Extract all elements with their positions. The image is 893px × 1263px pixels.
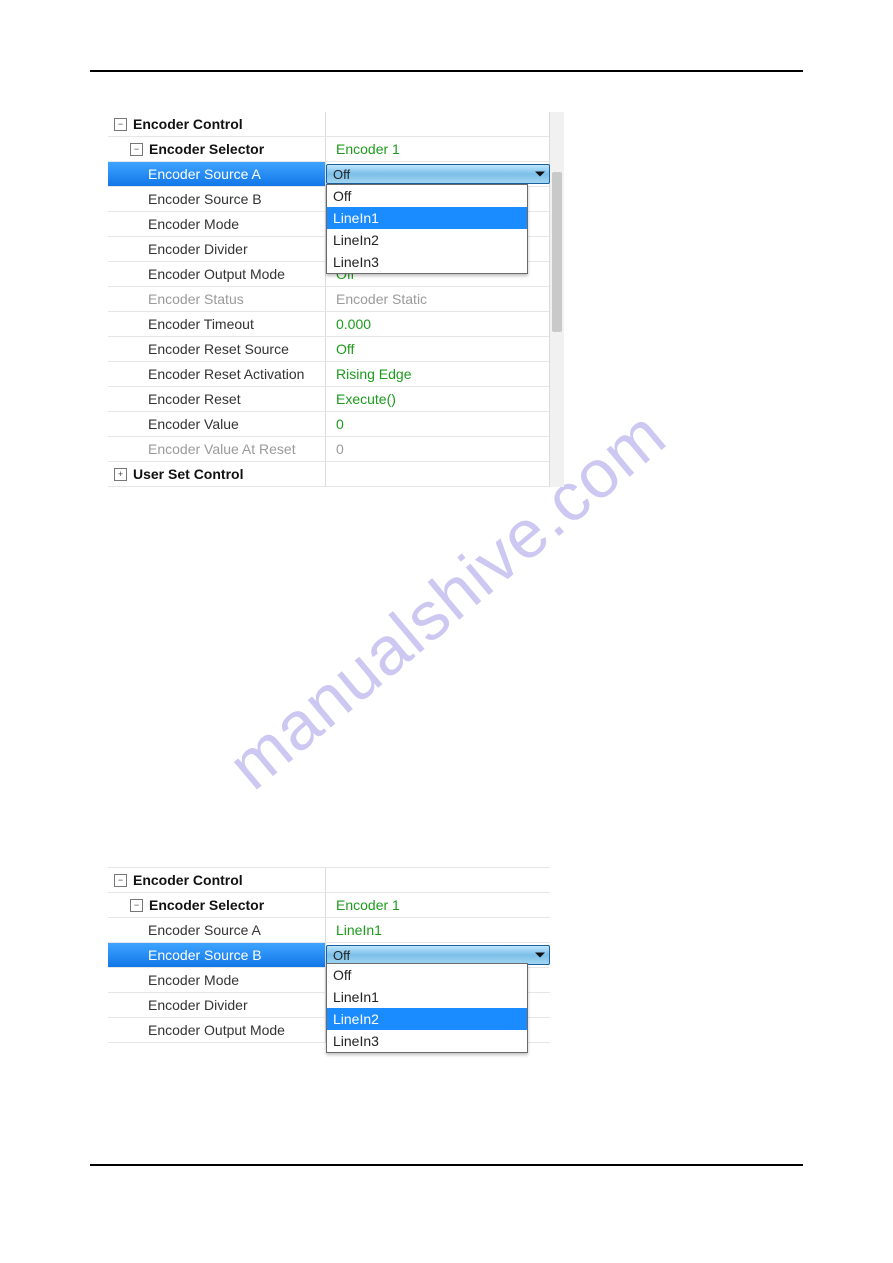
collapse-icon[interactable]: − xyxy=(130,899,143,912)
encoder-source-b-label: Encoder Source B xyxy=(148,947,262,963)
dropdown-item-off[interactable]: Off xyxy=(327,964,527,986)
bottom-rule xyxy=(90,1164,803,1166)
tree-node-encoder-selector[interactable]: − Encoder Selector xyxy=(108,893,326,917)
encoder-output-mode-label: Encoder Output Mode xyxy=(148,1022,285,1038)
encoder-reset-source-value[interactable]: Off xyxy=(326,337,550,361)
encoder-source-b-combo-value: Off xyxy=(333,948,350,963)
encoder-reset-value[interactable]: Execute() xyxy=(326,387,550,411)
scrollbar[interactable] xyxy=(549,112,564,487)
collapse-icon[interactable]: − xyxy=(114,874,127,887)
encoder-timeout-value[interactable]: 0.000 xyxy=(326,312,550,336)
encoder-reset-label: Encoder Reset xyxy=(148,391,241,407)
tree-node-encoder-selector[interactable]: − Encoder Selector xyxy=(108,137,326,161)
encoder-source-a-label: Encoder Source A xyxy=(148,166,261,182)
encoder-reset-activation-value[interactable]: Rising Edge xyxy=(326,362,550,386)
tree-node-user-set-control[interactable]: + User Set Control xyxy=(108,462,326,486)
empty-value xyxy=(326,868,550,892)
encoder-value-value[interactable]: 0 xyxy=(326,412,550,436)
encoder-control-label: Encoder Control xyxy=(133,872,243,888)
dropdown-item-linein2[interactable]: LineIn2 xyxy=(327,229,527,251)
dropdown-item-off[interactable]: Off xyxy=(327,185,527,207)
encoder-source-b-combo[interactable]: Off xyxy=(326,945,550,965)
encoder-source-b-label: Encoder Source B xyxy=(148,191,262,207)
chevron-down-icon[interactable] xyxy=(535,172,545,177)
encoder-selector-label: Encoder Selector xyxy=(149,897,264,913)
dropdown-item-linein1[interactable]: LineIn1 xyxy=(327,986,527,1008)
tree-node-encoder-control[interactable]: − Encoder Control xyxy=(108,112,326,136)
tree-node-encoder-control[interactable]: − Encoder Control xyxy=(108,868,326,892)
encoder-selector-value[interactable]: Encoder 1 xyxy=(326,893,550,917)
dropdown-item-linein2[interactable]: LineIn2 xyxy=(327,1008,527,1030)
collapse-icon[interactable]: − xyxy=(130,143,143,156)
user-set-control-label: User Set Control xyxy=(133,466,243,482)
encoder-divider-label: Encoder Divider xyxy=(148,997,248,1013)
encoder-value-at-reset-value: 0 xyxy=(326,437,550,461)
dropdown-item-linein3[interactable]: LineIn3 xyxy=(327,251,527,273)
encoder-source-a-value[interactable]: LineIn1 xyxy=(326,918,550,942)
top-rule xyxy=(90,70,803,72)
empty-value xyxy=(326,112,550,136)
encoder-mode-label: Encoder Mode xyxy=(148,216,239,232)
property-grid-2: − Encoder Control − Encoder Selector Enc… xyxy=(108,867,550,1043)
collapse-icon[interactable]: − xyxy=(114,118,127,131)
property-grid-1: − Encoder Control − Encoder Selector Enc… xyxy=(108,112,550,487)
encoder-value-label: Encoder Value xyxy=(148,416,239,432)
encoder-control-label: Encoder Control xyxy=(133,116,243,132)
encoder-selector-label: Encoder Selector xyxy=(149,141,264,157)
encoder-value-at-reset-label: Encoder Value At Reset xyxy=(148,441,296,457)
encoder-source-a-dropdown[interactable]: Off LineIn1 LineIn2 LineIn3 xyxy=(326,184,528,274)
encoder-timeout-label: Encoder Timeout xyxy=(148,316,254,332)
encoder-reset-activation-label: Encoder Reset Activation xyxy=(148,366,304,382)
encoder-status-value: Encoder Static xyxy=(326,287,550,311)
chevron-down-icon[interactable] xyxy=(535,953,545,958)
empty-value xyxy=(326,462,550,486)
encoder-divider-label: Encoder Divider xyxy=(148,241,248,257)
encoder-mode-label: Encoder Mode xyxy=(148,972,239,988)
scrollbar-thumb[interactable] xyxy=(552,172,562,332)
encoder-source-a-combo[interactable]: Off xyxy=(326,164,550,184)
encoder-status-label: Encoder Status xyxy=(148,291,244,307)
expand-icon[interactable]: + xyxy=(114,468,127,481)
encoder-source-a-combo-value: Off xyxy=(333,167,350,182)
encoder-output-mode-label: Encoder Output Mode xyxy=(148,266,285,282)
encoder-reset-source-label: Encoder Reset Source xyxy=(148,341,289,357)
encoder-source-b-dropdown[interactable]: Off LineIn1 LineIn2 LineIn3 xyxy=(326,963,528,1053)
encoder-source-a-label: Encoder Source A xyxy=(148,922,261,938)
dropdown-item-linein1[interactable]: LineIn1 xyxy=(327,207,527,229)
encoder-selector-value[interactable]: Encoder 1 xyxy=(326,137,550,161)
dropdown-item-linein3[interactable]: LineIn3 xyxy=(327,1030,527,1052)
